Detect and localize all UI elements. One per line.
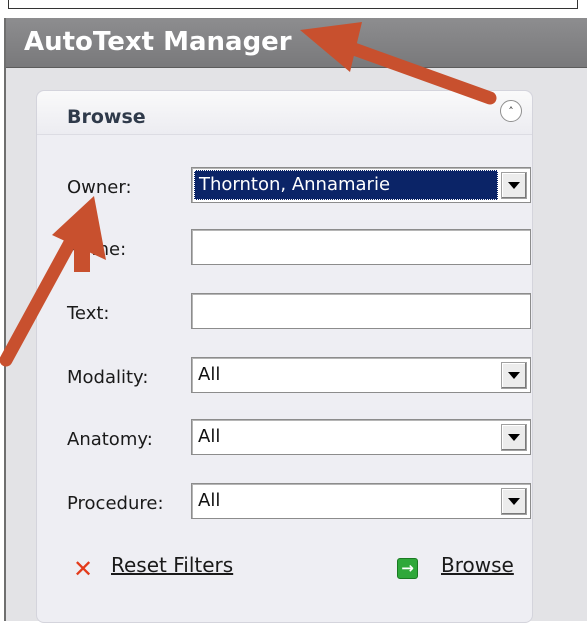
chevron-down-icon xyxy=(508,434,520,441)
panel-title: Browse xyxy=(67,106,146,128)
modality-dropdown-button[interactable] xyxy=(501,362,527,389)
autotext-manager-window: AutoText Manager Browse ˄ Owner: Thornto… xyxy=(4,18,587,623)
reset-filters-link[interactable]: Reset Filters xyxy=(111,553,233,577)
text-input[interactable] xyxy=(191,293,531,329)
anatomy-dropdown-button[interactable] xyxy=(501,424,527,451)
chevron-down-icon xyxy=(508,372,520,379)
top-strip xyxy=(0,0,587,20)
arrow-right-icon[interactable]: → xyxy=(397,558,418,579)
window-title: AutoText Manager xyxy=(24,27,292,57)
name-input[interactable] xyxy=(191,229,531,265)
name-label: Name: xyxy=(67,239,127,260)
browse-panel: Browse ˄ Owner: Thornton, Annamarie Name… xyxy=(36,90,533,623)
owner-dropdown-button[interactable] xyxy=(501,172,527,199)
top-border-line xyxy=(8,0,578,9)
procedure-select[interactable]: All xyxy=(191,483,531,519)
modality-select[interactable]: All xyxy=(191,357,531,393)
procedure-dropdown-button[interactable] xyxy=(501,488,527,515)
owner-value: Thornton, Annamarie xyxy=(194,170,498,200)
anatomy-select[interactable]: All xyxy=(191,419,531,455)
chevron-down-icon xyxy=(508,498,520,505)
browse-panel-header[interactable]: Browse ˄ xyxy=(37,91,532,135)
title-bar: AutoText Manager xyxy=(6,18,587,68)
modality-value: All xyxy=(198,364,221,385)
anatomy-value: All xyxy=(198,426,221,447)
procedure-value: All xyxy=(198,490,221,511)
owner-label: Owner: xyxy=(67,177,132,198)
double-chevron-up-icon[interactable]: ˄ xyxy=(500,100,522,122)
modality-label: Modality: xyxy=(67,367,149,388)
text-label: Text: xyxy=(67,303,110,324)
procedure-label: Procedure: xyxy=(67,493,164,514)
anatomy-label: Anatomy: xyxy=(67,429,153,450)
browse-link[interactable]: Browse xyxy=(441,553,514,577)
owner-select[interactable]: Thornton, Annamarie xyxy=(191,167,531,203)
close-x-icon[interactable]: ✕ xyxy=(73,557,93,581)
chevron-down-icon xyxy=(508,182,520,189)
